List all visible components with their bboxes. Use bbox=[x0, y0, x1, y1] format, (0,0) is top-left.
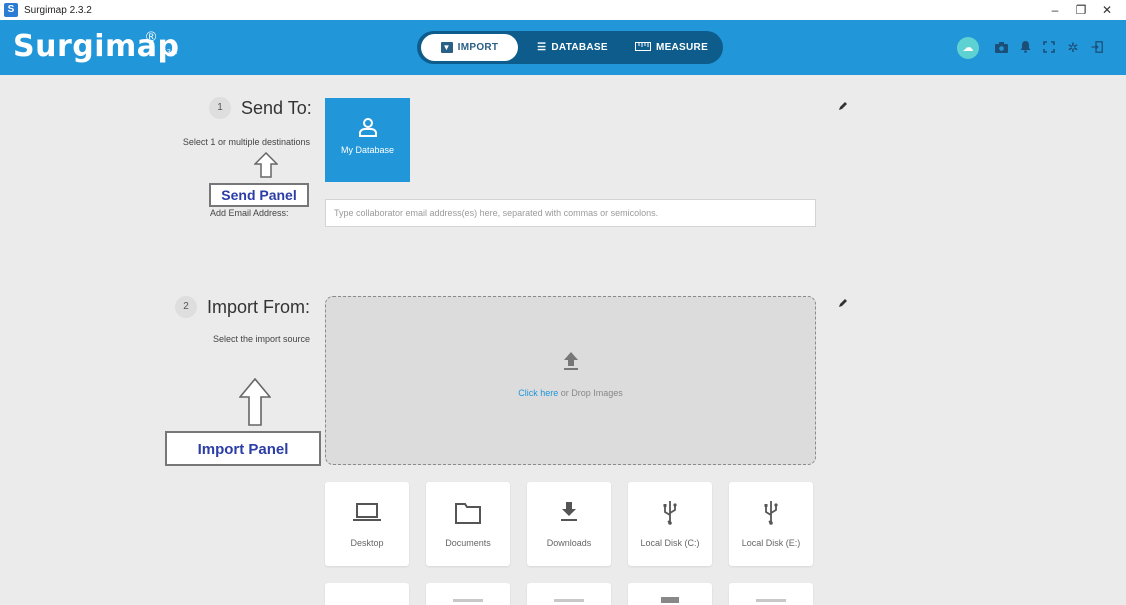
camera-icon[interactable] bbox=[989, 41, 1013, 56]
bell-icon[interactable] bbox=[1013, 40, 1037, 56]
destination-label: My Database bbox=[340, 145, 395, 155]
click-here-link[interactable]: Click here bbox=[518, 388, 558, 398]
app-logo-icon: S bbox=[4, 3, 18, 17]
tab-import[interactable]: ▼ IMPORT bbox=[421, 34, 518, 61]
source-tile-partial[interactable] bbox=[628, 583, 712, 605]
import-step-number: 2 bbox=[175, 296, 197, 318]
list-icon: ☰ bbox=[537, 42, 547, 53]
window-titlebar: S Surgimap 2.3.2 – ❐ ✕ bbox=[0, 0, 1126, 20]
restore-button[interactable]: ❐ bbox=[1068, 3, 1094, 17]
minimize-button[interactable]: – bbox=[1042, 3, 1068, 17]
laptop-icon bbox=[353, 503, 381, 521]
app-header: Surgimap ® 2.3.2 ▼ IMPORT ☰ DATABASE MEA… bbox=[0, 20, 1126, 75]
edit-send-pencil-icon[interactable] bbox=[838, 100, 848, 114]
email-input[interactable] bbox=[325, 199, 816, 227]
send-step-number: 1 bbox=[209, 97, 231, 119]
source-local-disk-c[interactable]: Local Disk (C:) bbox=[628, 482, 712, 566]
destination-my-database[interactable]: My Database bbox=[325, 98, 410, 182]
source-label: Local Disk (E:) bbox=[741, 538, 801, 548]
person-icon bbox=[358, 118, 377, 137]
source-tile-partial[interactable] bbox=[325, 583, 409, 605]
source-label: Downloads bbox=[546, 538, 592, 548]
tab-database-label: DATABASE bbox=[551, 42, 608, 53]
ruler-icon bbox=[634, 41, 651, 54]
tab-database[interactable]: ☰ DATABASE bbox=[525, 34, 620, 61]
import-panel-annotation: Import Panel bbox=[165, 431, 321, 466]
main-nav: ▼ IMPORT ☰ DATABASE MEASURE bbox=[417, 31, 723, 64]
drop-images-text: or Drop Images bbox=[558, 388, 623, 398]
settings-icon[interactable]: ✲ bbox=[1061, 40, 1085, 56]
fullscreen-icon[interactable] bbox=[1037, 40, 1061, 56]
logout-icon[interactable] bbox=[1085, 40, 1109, 56]
header-toolbar: ☁ ✲ bbox=[957, 37, 1109, 59]
window-controls: – ❐ ✕ bbox=[1042, 0, 1120, 20]
version-label: 2.3.2 bbox=[160, 49, 179, 56]
edit-import-pencil-icon[interactable] bbox=[838, 297, 848, 311]
cloud-sync-icon[interactable]: ☁ bbox=[957, 37, 979, 59]
import-icon: ▼ bbox=[440, 42, 453, 53]
source-desktop[interactable]: Desktop bbox=[325, 482, 409, 566]
source-documents[interactable]: Documents bbox=[426, 482, 510, 566]
source-tile-partial[interactable] bbox=[426, 583, 510, 605]
tab-measure-label: MEASURE bbox=[655, 42, 709, 53]
source-downloads[interactable]: Downloads bbox=[527, 482, 611, 566]
folder-icon bbox=[455, 503, 481, 524]
source-tile-partial[interactable] bbox=[527, 583, 611, 605]
source-label: Desktop bbox=[350, 538, 384, 548]
source-label: Documents bbox=[445, 538, 491, 548]
import-subtitle: Select the import source bbox=[212, 334, 310, 344]
tab-import-label: IMPORT bbox=[457, 42, 499, 53]
source-local-disk-e[interactable]: Local Disk (E:) bbox=[729, 482, 813, 566]
up-arrow-icon bbox=[239, 378, 271, 426]
download-icon bbox=[561, 502, 577, 521]
usb-icon bbox=[764, 501, 778, 525]
send-title: Send To: bbox=[241, 98, 312, 118]
send-subtitle: Select 1 or multiple destinations bbox=[182, 137, 310, 147]
email-label: Add Email Address: bbox=[210, 208, 289, 218]
drop-zone-text: Click here or Drop Images bbox=[326, 388, 815, 398]
up-arrow-icon bbox=[254, 152, 278, 178]
upload-icon bbox=[564, 352, 578, 370]
window-title: Surgimap 2.3.2 bbox=[24, 4, 92, 16]
close-button[interactable]: ✕ bbox=[1094, 3, 1120, 17]
registered-mark: ® bbox=[146, 28, 157, 44]
import-title: Import From: bbox=[207, 297, 311, 317]
source-label: Local Disk (C:) bbox=[640, 538, 700, 548]
usb-icon bbox=[663, 501, 677, 525]
tab-measure[interactable]: MEASURE bbox=[624, 34, 719, 61]
send-panel-annotation: Send Panel bbox=[209, 183, 309, 207]
image-drop-zone[interactable]: Click here or Drop Images bbox=[325, 296, 816, 465]
source-tile-partial[interactable] bbox=[729, 583, 813, 605]
